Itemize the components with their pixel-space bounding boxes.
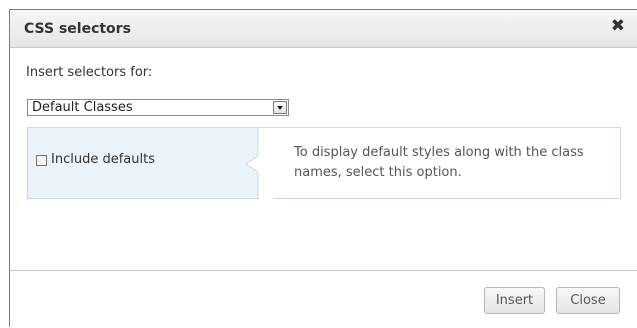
include-defaults-label[interactable]: Include defaults: [51, 152, 155, 167]
selector-type-value: Default Classes: [32, 100, 133, 115]
insert-button[interactable]: Insert: [484, 287, 545, 314]
close-button[interactable]: Close: [556, 287, 620, 314]
insert-selectors-label: Insert selectors for:: [26, 65, 153, 80]
close-icon[interactable]: ✖: [611, 18, 625, 35]
chevron-down-icon[interactable]: [273, 101, 287, 114]
include-defaults-checkbox[interactable]: [36, 155, 47, 166]
dialog-title: CSS selectors: [24, 21, 131, 37]
dialog-footer: Insert Close: [10, 270, 637, 328]
include-defaults-panel: Include defaults To display default styl…: [27, 127, 621, 200]
include-defaults-help-text: To display default styles along with the…: [294, 145, 584, 180]
css-selectors-dialog: CSS selectors ✖ Insert selectors for: De…: [9, 9, 637, 327]
selector-type-select[interactable]: Default Classes: [27, 99, 289, 116]
dialog-body: Insert selectors for: Default Classes In…: [10, 48, 637, 270]
dialog-titlebar[interactable]: CSS selectors ✖: [10, 10, 637, 48]
